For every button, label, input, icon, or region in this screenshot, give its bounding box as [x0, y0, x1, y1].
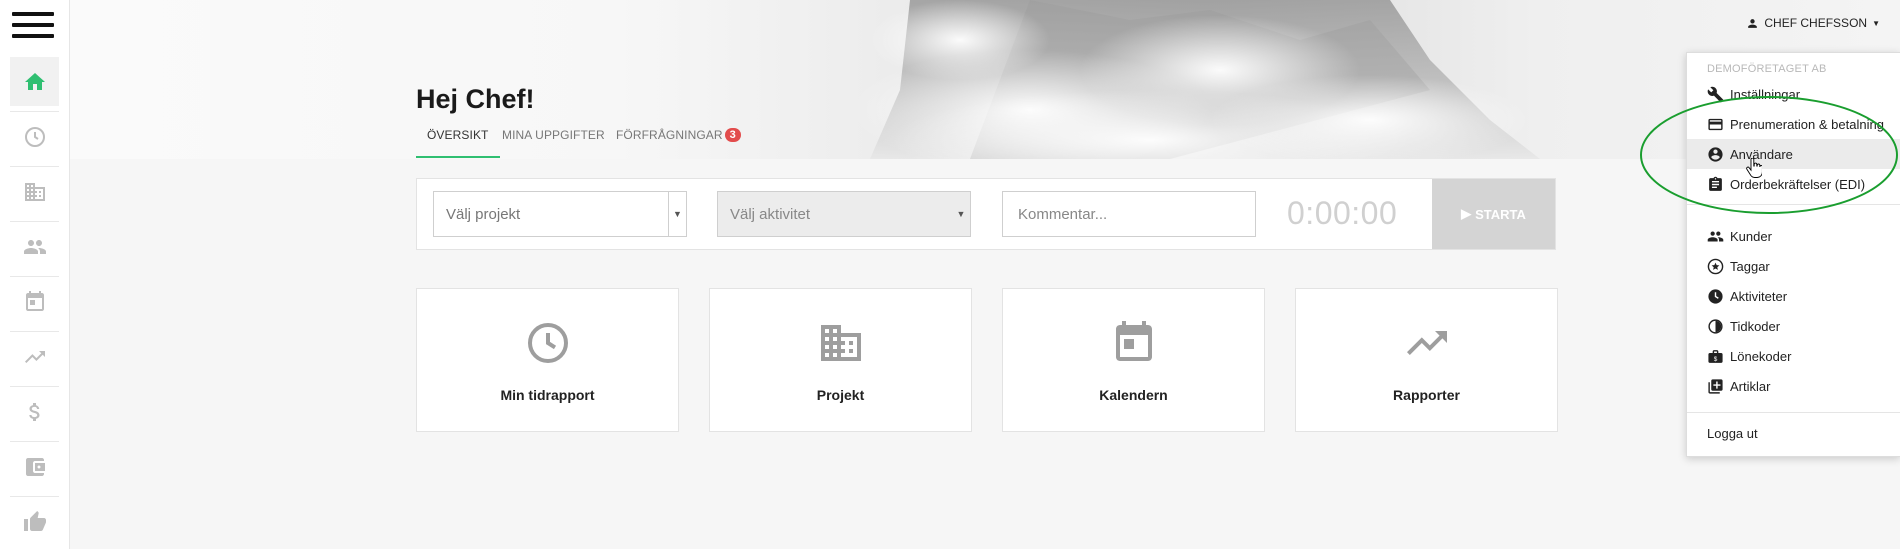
menu-item-users[interactable]: Användare: [1687, 139, 1900, 169]
hamburger-menu-icon[interactable]: [12, 12, 54, 38]
card-projects-label: Projekt: [816, 387, 865, 403]
requests-count-badge: 3: [724, 128, 741, 142]
card-time-report[interactable]: Min tidrapport: [416, 288, 679, 432]
chevron-down-icon: ▼: [668, 192, 686, 236]
menu-item-tags[interactable]: Taggar: [1687, 251, 1900, 281]
wrench-icon: [1707, 86, 1724, 102]
sidebar-item-customers[interactable]: [10, 222, 59, 271]
header-banner: [70, 0, 1900, 159]
clipboard-icon: [1709, 176, 1722, 191]
user-menu-toggle[interactable]: CHEF CHEFSSON ▼: [1746, 16, 1880, 30]
home-icon: [24, 72, 45, 90]
sidebar-item-reports[interactable]: [10, 332, 59, 381]
clock-icon: [24, 126, 45, 147]
tab-requests-label: FÖRFRÅGNINGAR: [616, 128, 723, 142]
menu-item-order-confirmations[interactable]: Orderbekräftelser (EDI): [1687, 169, 1900, 199]
sidebar-item-economy[interactable]: [10, 387, 59, 436]
project-select-placeholder: Välj projekt: [446, 205, 521, 223]
menu-item-time-codes[interactable]: Tidkoder: [1687, 311, 1900, 341]
sidebar-item-time[interactable]: [10, 112, 59, 161]
logout-link[interactable]: Logga ut: [1707, 426, 1758, 441]
menu-item-articles[interactable]: Artiklar: [1687, 371, 1900, 401]
svg-text:$: $: [1714, 355, 1718, 362]
card-reports-label: Rapporter: [1393, 387, 1460, 403]
menu-item-customers-label: Kunder: [1730, 228, 1772, 244]
credit-card-icon: [1708, 118, 1723, 130]
trending-up-icon: [1406, 331, 1447, 355]
company-header: DEMOFÖRETAGET AB: [1707, 63, 1827, 75]
user-name: CHEF CHEFSSON: [1764, 16, 1868, 30]
user-dropdown-menu: DEMOFÖRETAGET AB Inställningar Prenumera…: [1686, 52, 1900, 457]
tab-requests[interactable]: FÖRFRÅGNINGAR 3: [616, 128, 741, 158]
dollar-icon: [28, 402, 39, 421]
menu-item-tags-label: Taggar: [1730, 258, 1770, 274]
card-reports[interactable]: Rapporter: [1295, 288, 1558, 432]
card-projects[interactable]: Projekt: [709, 288, 972, 432]
sidebar-item-calendar[interactable]: [10, 277, 59, 326]
comment-input[interactable]: Kommentar...: [1002, 191, 1256, 237]
person-icon: [1748, 18, 1758, 28]
tab-overview-label: ÖVERSIKT: [427, 128, 489, 142]
menu-item-activities-label: Aktiviteter: [1730, 288, 1788, 304]
menu-item-salary-codes-label: Lönekoder: [1730, 348, 1792, 364]
building-icon: [820, 325, 861, 361]
card-time-report-label: Min tidrapport: [500, 387, 595, 403]
people-icon: [1707, 231, 1724, 241]
sidebar-item-wallet[interactable]: [10, 442, 59, 491]
sidebar: [0, 0, 70, 549]
menu-item-salary-codes[interactable]: $ Lönekoder: [1687, 341, 1900, 371]
start-button[interactable]: ▶ STARTA: [1432, 179, 1555, 249]
menu-item-subscription[interactable]: Prenumeration & betalning: [1687, 109, 1900, 139]
card-calendar[interactable]: Kalendern: [1002, 288, 1265, 432]
calendar-icon: [25, 290, 44, 311]
timer-display: 0:00:00: [1287, 195, 1398, 231]
hand-cursor-icon: [1746, 158, 1762, 178]
menu-item-articles-label: Artiklar: [1730, 378, 1771, 394]
sidebar-item-home[interactable]: [10, 57, 59, 106]
comment-input-placeholder: Kommentar...: [1018, 205, 1108, 223]
thumbs-up-icon: [23, 510, 46, 531]
add-box-icon: [1708, 378, 1723, 394]
mountain-background-image: [850, 0, 1540, 159]
activity-select-placeholder: Välj aktivitet: [730, 205, 811, 223]
menu-item-settings[interactable]: Inställningar: [1687, 79, 1900, 109]
card-calendar-label: Kalendern: [1099, 387, 1168, 403]
trending-up-icon: [24, 350, 45, 363]
clock-icon: [527, 323, 568, 363]
half-circle-icon: [1708, 318, 1723, 334]
timer-bar: Välj projekt ▼ Välj aktivitet ▼ Kommenta…: [416, 178, 1556, 250]
menu-item-activities[interactable]: Aktiviteter: [1687, 281, 1900, 311]
building-icon: [24, 182, 45, 201]
menu-item-order-confirmations-label: Orderbekräftelser (EDI): [1730, 176, 1866, 192]
caret-down-icon: ▼: [1872, 18, 1880, 28]
menu-item-settings-label: Inställningar: [1730, 86, 1801, 102]
bag-dollar-icon: $: [1708, 349, 1723, 363]
people-icon: [23, 239, 46, 254]
account-circle-icon: [1708, 146, 1723, 162]
page-title: Hej Chef!: [416, 84, 535, 114]
activity-select[interactable]: Välj aktivitet ▼: [717, 191, 971, 237]
wallet-icon: [25, 457, 45, 476]
sidebar-item-projects[interactable]: [10, 167, 59, 216]
play-icon: ▶: [1461, 206, 1472, 221]
clock-icon: [1708, 288, 1723, 304]
tab-overview[interactable]: ÖVERSIKT: [416, 128, 501, 158]
menu-item-time-codes-label: Tidkoder: [1730, 318, 1781, 334]
tab-my-tasks-label: MINA UPPGIFTER: [502, 128, 605, 142]
calendar-icon: [1115, 321, 1152, 361]
menu-item-customers[interactable]: Kunder: [1687, 221, 1900, 251]
start-button-label: STARTA: [1475, 206, 1526, 222]
star-circle-icon: [1707, 258, 1724, 274]
tab-my-tasks[interactable]: MINA UPPGIFTER: [502, 128, 605, 158]
project-select[interactable]: Välj projekt ▼: [433, 191, 687, 237]
sidebar-item-approval[interactable]: [10, 497, 59, 546]
menu-item-subscription-label: Prenumeration & betalning: [1730, 116, 1884, 132]
chevron-down-icon: ▼: [956, 209, 966, 219]
